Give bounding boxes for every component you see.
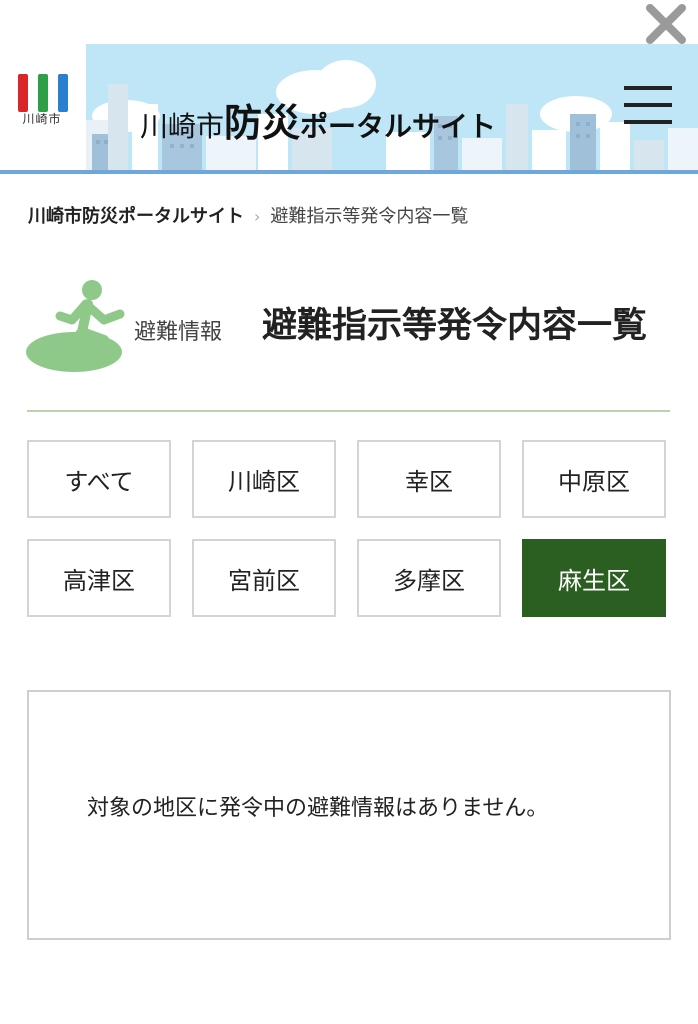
- menu-button[interactable]: [620, 84, 676, 126]
- district-tab-takatsu[interactable]: 高津区: [27, 539, 171, 617]
- district-tab-asao[interactable]: 麻生区: [522, 539, 666, 617]
- site-title[interactable]: 川崎市防災ポータルサイト: [140, 92, 496, 147]
- breadcrumb-home-link[interactable]: 川崎市防災ポータルサイト: [28, 206, 244, 227]
- district-tab-tama[interactable]: 多摩区: [357, 539, 501, 617]
- district-tab-label: 高津区: [63, 566, 135, 595]
- site-title-city: 川崎市: [140, 110, 225, 143]
- district-tab-label: 宮前区: [228, 566, 300, 595]
- no-results-message: 対象の地区に発令中の避難情報はありません。: [87, 796, 549, 821]
- title-divider: [27, 410, 670, 412]
- district-tab-label: 麻生区: [558, 566, 630, 595]
- breadcrumb-current: 避難指示等発令内容一覧: [270, 206, 469, 227]
- site-title-bousai: 防災: [224, 101, 301, 145]
- close-x-icon: [646, 4, 686, 44]
- breadcrumb-separator: ›: [254, 207, 261, 226]
- district-tab-all[interactable]: すべて: [27, 440, 171, 518]
- district-tab-label: 多摩区: [393, 566, 465, 595]
- district-tab-nakahara[interactable]: 中原区: [522, 440, 666, 518]
- section-label: 避難情報: [134, 320, 223, 345]
- district-tab-label: 川崎区: [228, 467, 300, 496]
- breadcrumb: 川崎市防災ポータルサイト › 避難指示等発令内容一覧: [28, 202, 468, 228]
- page-title: 避難指示等発令内容一覧: [262, 306, 648, 346]
- result-panel: 対象の地区に発令中の避難情報はありません。: [27, 690, 671, 940]
- district-tab-saiwai[interactable]: 幸区: [357, 440, 501, 518]
- close-button[interactable]: [644, 2, 688, 46]
- district-tab-kawasaki[interactable]: 川崎区: [192, 440, 336, 518]
- district-tab-label: 幸区: [405, 467, 453, 496]
- site-title-portal: ポータルサイト: [300, 110, 497, 143]
- logo-caption: 川崎市: [22, 112, 62, 126]
- hamburger-menu-icon: [624, 86, 672, 90]
- running-person-exit-icon: [26, 280, 125, 372]
- district-tab-label: すべて: [64, 467, 134, 496]
- district-tab-miyamae[interactable]: 宮前区: [192, 539, 336, 617]
- district-tab-label: 中原区: [558, 467, 630, 496]
- banner-divider: [0, 170, 698, 174]
- site-header: 川崎市 川崎市防災ポータルサイト: [0, 0, 698, 174]
